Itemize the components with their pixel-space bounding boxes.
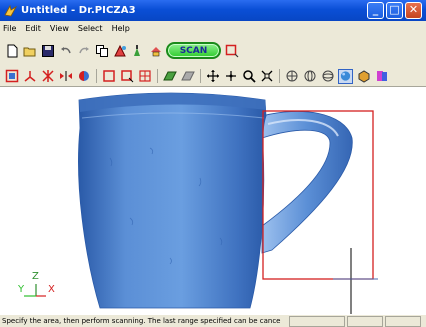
title-bar: Untitled - Dr.PICZA3 _ □ ✕ bbox=[0, 0, 426, 21]
menu-help[interactable]: Help bbox=[112, 24, 130, 33]
probe-icon[interactable] bbox=[130, 43, 145, 58]
axis-y-label: Y bbox=[17, 284, 25, 295]
select-rect-icon[interactable] bbox=[101, 69, 116, 84]
fit-icon[interactable] bbox=[259, 69, 274, 84]
menu-bar: File Edit View Select Help bbox=[0, 21, 426, 35]
status-bar: Specify the area, then perform scanning.… bbox=[0, 314, 426, 327]
axis-indicator bbox=[24, 284, 46, 297]
undo-icon[interactable] bbox=[58, 43, 73, 58]
menu-select[interactable]: Select bbox=[78, 24, 103, 33]
select-split-icon[interactable] bbox=[137, 69, 152, 84]
axis-z-label: Z bbox=[32, 271, 39, 282]
axis-icon[interactable] bbox=[22, 69, 37, 84]
status-message: Specify the area, then perform scanning.… bbox=[2, 317, 281, 325]
scan-viewport[interactable]: Z Y X bbox=[0, 88, 426, 314]
maximize-button[interactable]: □ bbox=[386, 2, 403, 19]
scan-area-icon[interactable] bbox=[224, 43, 239, 58]
open-folder-icon[interactable] bbox=[22, 43, 37, 58]
zoom-icon[interactable] bbox=[241, 69, 256, 84]
home-icon[interactable] bbox=[148, 43, 163, 58]
select-move-icon[interactable] bbox=[119, 69, 134, 84]
status-pane-2 bbox=[347, 315, 383, 327]
axis-x-label: X bbox=[48, 284, 55, 295]
view-toolbar bbox=[0, 66, 426, 87]
menu-edit[interactable]: Edit bbox=[25, 24, 41, 33]
save-icon[interactable] bbox=[40, 43, 55, 58]
app-icon bbox=[4, 4, 18, 17]
scan-region-icon[interactable] bbox=[4, 69, 19, 84]
new-file-icon[interactable] bbox=[4, 43, 19, 58]
sphere-view-icon[interactable] bbox=[338, 68, 353, 84]
window-title: Untitled - Dr.PICZA3 bbox=[21, 5, 136, 16]
pan-icon[interactable] bbox=[205, 69, 220, 84]
mesh-edit-icon[interactable] bbox=[112, 43, 127, 58]
menu-view[interactable]: View bbox=[50, 24, 69, 33]
color-box-icon[interactable] bbox=[374, 69, 389, 84]
toolbar-separator bbox=[96, 69, 97, 83]
redo-icon[interactable] bbox=[76, 43, 91, 58]
toolbar-separator bbox=[200, 69, 201, 83]
toolbar-separator bbox=[157, 69, 158, 83]
close-button[interactable]: ✕ bbox=[405, 2, 422, 19]
surface-icon[interactable] bbox=[162, 69, 177, 84]
scan-button[interactable]: SCAN bbox=[166, 42, 221, 59]
status-pane-3 bbox=[385, 315, 421, 327]
mug-body bbox=[78, 92, 267, 309]
mug-handle bbox=[261, 111, 353, 254]
surface-gray-icon[interactable] bbox=[180, 69, 195, 84]
mug-model: Z Y X bbox=[17, 92, 378, 314]
main-toolbar: SCAN bbox=[0, 35, 426, 66]
minimize-button[interactable]: _ bbox=[367, 2, 384, 19]
shade-icon[interactable] bbox=[76, 69, 91, 84]
rotate-x-icon[interactable] bbox=[284, 69, 299, 84]
move-icon[interactable] bbox=[223, 69, 238, 84]
menu-file[interactable]: File bbox=[3, 24, 16, 33]
mirror-icon[interactable] bbox=[58, 69, 73, 84]
toolbar-separator bbox=[279, 69, 280, 83]
shaded-cube-icon[interactable] bbox=[356, 69, 371, 84]
copy-icon[interactable] bbox=[94, 43, 109, 58]
cross-icon[interactable] bbox=[40, 69, 55, 84]
status-pane-1 bbox=[289, 315, 345, 327]
rotate-y-icon[interactable] bbox=[302, 69, 317, 84]
rotate-z-icon[interactable] bbox=[320, 69, 335, 84]
